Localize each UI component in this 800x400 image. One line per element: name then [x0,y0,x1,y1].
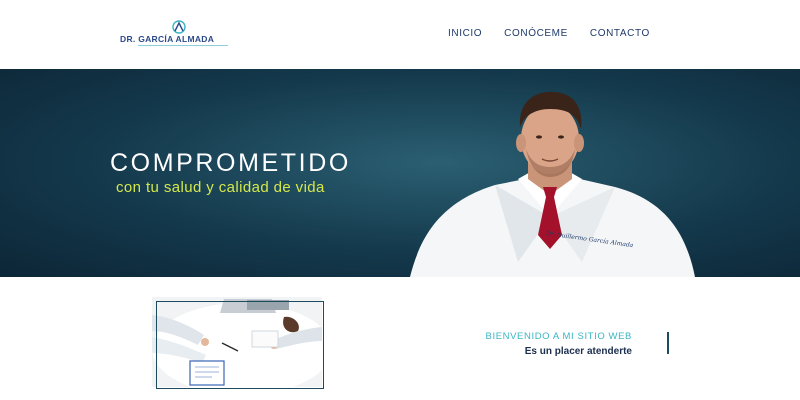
nav-inicio[interactable]: INICIO [448,28,482,39]
logo-underline [138,45,228,46]
site-header: DR. GARCÍA ALMADA INICIO CONÓCEME CONTAC… [0,0,800,69]
welcome-subtitle: Es un placer atenderte [524,346,632,357]
logo-mark-icon [172,20,186,34]
welcome-title: BIENVENIDO A MI SITIO WEB [485,331,632,342]
hero-title: COMPROMETIDO [110,149,351,177]
clinic-photo [152,297,322,387]
welcome-section: BIENVENIDO A MI SITIO WEB Es un placer a… [0,277,800,400]
welcome-text: BIENVENIDO A MI SITIO WEB Es un placer a… [420,331,632,357]
main-nav: INICIO CONÓCEME CONTACTO [448,28,650,39]
brand-name: DR. GARCÍA ALMADA [120,34,215,44]
doctor-portrait: Dr. Guillermo García Almada [410,91,695,277]
hero-subtitle: con tu salud y calidad de vida [116,179,325,196]
nav-contacto[interactable]: CONTACTO [590,28,650,39]
brand-logo[interactable]: DR. GARCÍA ALMADA [120,20,240,48]
nav-conoceme[interactable]: CONÓCEME [504,28,568,39]
hero-banner: COMPROMETIDO con tu salud y calidad de v… [0,69,800,277]
welcome-divider [667,332,669,354]
